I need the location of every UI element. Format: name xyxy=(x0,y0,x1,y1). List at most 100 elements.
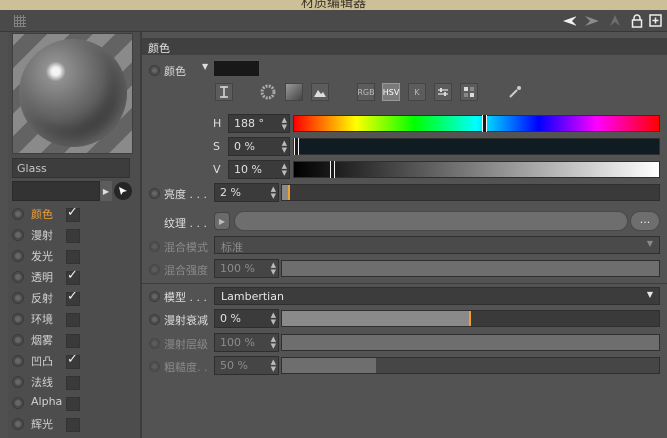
blend-mode-label: 混合模式 xyxy=(164,241,208,254)
channel-checkbox[interactable] xyxy=(66,250,80,264)
channel-label[interactable]: 发光 xyxy=(31,248,53,264)
channel-checkbox[interactable] xyxy=(66,313,80,327)
model-dropdown[interactable]: Lambertian ▼ xyxy=(214,287,660,305)
diffuse-falloff-slider[interactable] xyxy=(281,310,660,327)
channel-item[interactable]: 透明 ✓ xyxy=(12,267,132,286)
blend-strength-anim-dot xyxy=(149,264,160,275)
diffuse-falloff-anim-dot[interactable] xyxy=(149,314,160,325)
channel-label[interactable]: 烟雾 xyxy=(31,332,53,348)
channel-label[interactable]: 漫射 xyxy=(31,227,53,243)
channel-radio[interactable] xyxy=(12,249,24,262)
brightness-label: 亮度 . . . xyxy=(164,188,207,201)
channel-label[interactable]: 辉光 xyxy=(31,416,53,432)
brightness-slider[interactable] xyxy=(281,184,660,201)
blend-strength-input: 100 % ▲ ▼ xyxy=(214,259,279,278)
channel-label[interactable]: 环境 xyxy=(31,311,53,327)
pointer-icon[interactable] xyxy=(114,182,132,200)
channel-radio[interactable] xyxy=(12,333,24,346)
kelvin-mode-button[interactable]: K xyxy=(408,83,426,101)
channel-checkbox[interactable] xyxy=(66,397,80,411)
new-window-icon[interactable] xyxy=(648,13,662,28)
channel-item[interactable]: 漫射 xyxy=(12,225,132,244)
channel-checkbox[interactable]: ✓ xyxy=(66,289,80,306)
hue-slider[interactable] xyxy=(293,115,660,132)
v-input[interactable]: 10 % ▲ ▼ xyxy=(228,160,290,179)
channel-checkbox[interactable]: ✓ xyxy=(66,268,80,285)
texture-slot[interactable] xyxy=(234,211,628,231)
channel-item[interactable]: Alpha xyxy=(12,393,132,412)
texture-menu-icon[interactable]: ▶ xyxy=(214,212,230,230)
grip-icon[interactable] xyxy=(14,15,26,27)
check-icon: ✓ xyxy=(67,205,78,220)
hue-slider-knob[interactable] xyxy=(482,115,487,132)
window-title: 材质编辑器 xyxy=(300,0,366,10)
channel-radio[interactable] xyxy=(12,417,24,430)
up-icon[interactable] xyxy=(608,13,622,28)
saturation-slider[interactable] xyxy=(293,138,660,155)
channel-item[interactable]: 凹凸 ✓ xyxy=(12,351,132,370)
diffuse-falloff-input[interactable]: 0 % ▲ ▼ xyxy=(214,309,279,328)
channel-radio[interactable] xyxy=(12,396,24,409)
channel-radio[interactable] xyxy=(12,354,24,367)
spectrum-icon[interactable] xyxy=(285,83,303,101)
channel-checkbox[interactable] xyxy=(66,229,80,243)
channel-radio[interactable] xyxy=(12,291,24,304)
texture-mode-icon[interactable] xyxy=(215,83,233,101)
channel-radio[interactable] xyxy=(12,270,24,283)
sliders-icon[interactable] xyxy=(434,83,452,101)
divider xyxy=(142,283,667,284)
arrow-right-icon[interactable] xyxy=(584,13,598,28)
channel-label[interactable]: 反射 xyxy=(31,290,53,306)
channel-checkbox[interactable] xyxy=(66,376,80,390)
channel-checkbox[interactable] xyxy=(66,418,80,432)
play-arrow-icon[interactable]: ▶ xyxy=(100,181,112,201)
channel-item[interactable]: 环境 xyxy=(12,309,132,328)
swatch-menu-icon[interactable]: ▼ xyxy=(202,62,208,71)
s-input[interactable]: 0 % ▲ ▼ xyxy=(228,137,290,156)
rgb-mode-button[interactable]: RGB xyxy=(357,83,375,101)
channel-item[interactable]: 发光 xyxy=(12,246,132,265)
color-swatch[interactable] xyxy=(213,60,260,77)
channel-item[interactable]: 烟雾 xyxy=(12,330,132,349)
channel-checkbox[interactable]: ✓ xyxy=(66,352,80,369)
channel-item[interactable]: 辉光 xyxy=(12,414,132,433)
roughness-slider xyxy=(281,357,660,374)
saturation-slider-knob[interactable] xyxy=(294,138,299,155)
material-preview[interactable] xyxy=(12,33,133,154)
channel-checkbox[interactable]: ✓ xyxy=(66,205,80,222)
h-input[interactable]: 188 ° ▲ ▼ xyxy=(228,114,290,133)
channel-radio[interactable] xyxy=(12,375,24,388)
texture-more-button[interactable]: ... xyxy=(630,211,660,231)
arrow-left-icon[interactable] xyxy=(562,13,576,28)
lock-icon[interactable] xyxy=(630,13,644,28)
material-name[interactable]: Glass xyxy=(12,158,130,178)
channel-checkbox[interactable] xyxy=(66,334,80,348)
blend-mode-anim-dot xyxy=(149,241,160,252)
channel-label[interactable]: 透明 xyxy=(31,269,53,285)
value-slider-knob[interactable] xyxy=(330,161,335,178)
channel-radio[interactable] xyxy=(12,228,24,241)
hsv-mode-button[interactable]: HSV xyxy=(382,83,400,101)
channel-item[interactable]: 法线 xyxy=(12,372,132,391)
channel-radio[interactable] xyxy=(12,207,24,220)
color-anim-dot[interactable] xyxy=(149,65,160,76)
channel-label[interactable]: 颜色 xyxy=(31,206,53,222)
brightness-anim-dot[interactable] xyxy=(149,188,160,199)
channel-label[interactable]: 法线 xyxy=(31,374,53,390)
palette-icon[interactable] xyxy=(460,83,478,101)
image-icon[interactable] xyxy=(311,83,329,101)
layer-field[interactable] xyxy=(12,181,100,201)
eyedropper-icon[interactable] xyxy=(506,83,524,101)
channel-label[interactable]: 凹凸 xyxy=(31,353,53,369)
color-wheel-icon[interactable] xyxy=(259,83,277,101)
window-title-bar: 材质编辑器 xyxy=(0,0,667,10)
model-anim-dot[interactable] xyxy=(149,291,160,302)
channel-label[interactable]: Alpha xyxy=(31,395,62,408)
value-slider[interactable] xyxy=(293,161,660,178)
channel-item[interactable]: 反射 ✓ xyxy=(12,288,132,307)
brightness-input[interactable]: 2 % ▲ ▼ xyxy=(214,183,279,202)
channel-radio[interactable] xyxy=(12,312,24,325)
diffuse-level-slider xyxy=(281,334,660,351)
channel-item[interactable]: 颜色 ✓ xyxy=(12,204,132,223)
check-icon: ✓ xyxy=(67,268,78,283)
